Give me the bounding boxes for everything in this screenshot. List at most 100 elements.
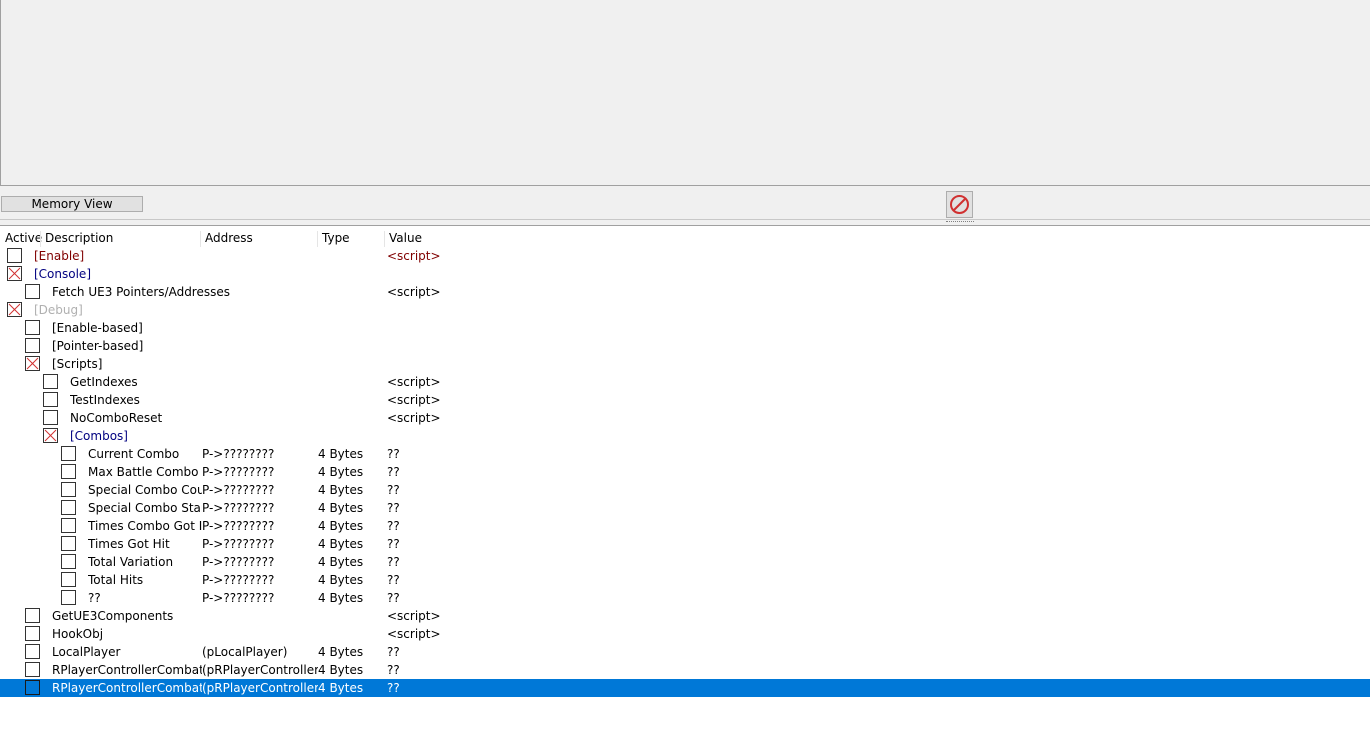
row-value: ?? — [387, 591, 400, 605]
row-description: [Console] — [34, 267, 91, 281]
active-checkbox[interactable] — [7, 302, 22, 317]
table-row[interactable]: GetUE3Components <script> — [0, 607, 1370, 625]
table-row[interactable]: ?? P->???????? 4 Bytes?? — [0, 589, 1370, 607]
row-value: ?? — [387, 663, 400, 677]
active-checkbox[interactable] — [25, 608, 40, 623]
row-description: Fetch UE3 Pointers/Addresses — [52, 285, 230, 299]
row-value: ?? — [387, 447, 400, 461]
x-mark-icon — [8, 267, 21, 280]
table-row[interactable]: GetIndexes <script> — [0, 373, 1370, 391]
table-row[interactable]: Times Got Hit P->???????? 4 Bytes?? — [0, 535, 1370, 553]
table-row[interactable]: Total Variation P->???????? 4 Bytes?? — [0, 553, 1370, 571]
table-row[interactable]: Times Combo Got Int P->???????? 4 Bytes?? — [0, 517, 1370, 535]
row-type: 4 Bytes — [318, 555, 364, 569]
active-checkbox[interactable] — [61, 500, 76, 515]
table-row[interactable]: [Scripts] — [0, 355, 1370, 373]
table-row[interactable]: [Combos] — [0, 427, 1370, 445]
row-address: P->???????? — [202, 519, 275, 533]
row-address: P->???????? — [202, 447, 275, 461]
table-row[interactable]: LocalPlayer (pLocalPlayer) 4 Bytes?? — [0, 643, 1370, 661]
column-description[interactable]: Description — [45, 229, 113, 247]
row-address: (pRPlayerControllerCo — [202, 663, 318, 677]
active-checkbox[interactable] — [25, 680, 40, 695]
active-checkbox[interactable] — [61, 590, 76, 605]
column-value[interactable]: Value — [389, 229, 422, 247]
row-description: HookObj — [52, 627, 104, 641]
splitter-divider — [0, 219, 1370, 220]
active-checkbox[interactable] — [61, 464, 76, 479]
active-checkbox[interactable] — [43, 374, 58, 389]
row-value: <script> — [387, 411, 441, 425]
column-divider[interactable] — [200, 231, 201, 247]
active-checkbox[interactable] — [7, 266, 22, 281]
column-type[interactable]: Type — [322, 229, 350, 247]
row-type: 4 Bytes — [318, 573, 364, 587]
table-row[interactable]: HookObj <script> — [0, 625, 1370, 643]
row-value: <script> — [387, 393, 441, 407]
column-divider[interactable] — [384, 231, 385, 247]
active-checkbox[interactable] — [61, 446, 76, 461]
x-mark-icon — [26, 357, 39, 370]
row-address: (pLocalPlayer) — [202, 645, 288, 659]
row-value: <script> — [387, 609, 441, 623]
active-checkbox[interactable] — [7, 248, 22, 263]
table-row[interactable]: NoComboReset <script> — [0, 409, 1370, 427]
table-row[interactable]: TestIndexes <script> — [0, 391, 1370, 409]
table-row[interactable]: Fetch UE3 Pointers/Addresses <script> — [0, 283, 1370, 301]
row-description: Total Hits — [88, 573, 144, 587]
row-description: Special Combo Star(s) — [88, 501, 202, 515]
active-checkbox[interactable] — [61, 554, 76, 569]
active-checkbox[interactable] — [43, 410, 58, 425]
table-row[interactable]: [Console] — [0, 265, 1370, 283]
table-row[interactable]: [Enable] <script> — [0, 247, 1370, 265]
row-description: GetUE3Components — [52, 609, 174, 623]
row-type: 4 Bytes — [318, 663, 364, 677]
table-row[interactable]: [Pointer-based] — [0, 337, 1370, 355]
active-checkbox[interactable] — [61, 572, 76, 587]
table-row[interactable]: Total Hits P->???????? 4 Bytes?? — [0, 571, 1370, 589]
column-active[interactable]: Active — [5, 229, 42, 247]
active-checkbox[interactable] — [25, 626, 40, 641]
active-checkbox[interactable] — [25, 338, 40, 353]
active-checkbox[interactable] — [25, 644, 40, 659]
row-description: Special Combo Count — [88, 483, 202, 497]
table-row[interactable]: RPlayerControllerCombat_a (pRPlayerContro… — [0, 679, 1370, 697]
table-row[interactable]: Current Combo P->???????? 4 Bytes?? — [0, 445, 1370, 463]
row-description: [Enable] — [34, 249, 85, 263]
row-value: ?? — [387, 537, 400, 551]
row-description: Times Combo Got Int — [88, 519, 202, 533]
column-address[interactable]: Address — [205, 229, 253, 247]
memory-view-button[interactable]: Memory View — [1, 196, 143, 212]
row-value: <script> — [387, 627, 441, 641]
row-address: P->???????? — [202, 501, 275, 515]
row-description: [Debug] — [34, 303, 83, 317]
clear-list-button[interactable] — [946, 191, 973, 218]
row-description: TestIndexes — [70, 393, 140, 407]
row-type: 4 Bytes — [318, 465, 364, 479]
table-row[interactable]: Special Combo CountP->???????? 4 Bytes?? — [0, 481, 1370, 499]
active-checkbox[interactable] — [25, 662, 40, 677]
active-checkbox[interactable] — [61, 536, 76, 551]
table-row[interactable]: Special Combo Star(s)P->???????? 4 Bytes?… — [0, 499, 1370, 517]
active-checkbox[interactable] — [25, 320, 40, 335]
active-checkbox[interactable] — [61, 518, 76, 533]
active-checkbox[interactable] — [43, 392, 58, 407]
row-description: Times Got Hit — [88, 537, 170, 551]
table-border — [0, 225, 1370, 226]
table-row[interactable]: [Enable-based] — [0, 319, 1370, 337]
table-row[interactable]: [Debug] — [0, 301, 1370, 319]
column-divider[interactable] — [317, 231, 318, 247]
table-row[interactable]: RPlayerControllerCombat (pRPlayerControll… — [0, 661, 1370, 679]
active-checkbox[interactable] — [25, 356, 40, 371]
row-type: 4 Bytes — [318, 645, 364, 659]
row-description: Total Variation — [88, 555, 174, 569]
active-checkbox[interactable] — [43, 428, 58, 443]
row-description: RPlayerControllerCombat — [52, 663, 202, 677]
row-value: ?? — [387, 645, 400, 659]
row-description: LocalPlayer — [52, 645, 121, 659]
active-checkbox[interactable] — [61, 482, 76, 497]
active-checkbox[interactable] — [25, 284, 40, 299]
row-value: ?? — [387, 573, 400, 587]
table-row[interactable]: Max Battle Combo P->???????? 4 Bytes?? — [0, 463, 1370, 481]
column-divider[interactable] — [40, 231, 41, 247]
